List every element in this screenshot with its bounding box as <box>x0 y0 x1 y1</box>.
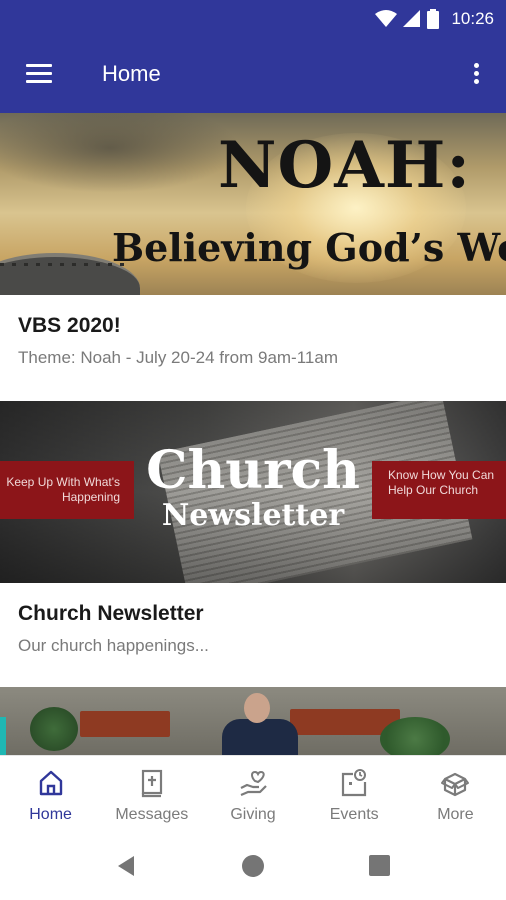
card-title: VBS 2020! <box>18 314 121 337</box>
status-time: 10:26 <box>451 9 494 28</box>
status-icons: 10:26 <box>375 7 494 31</box>
third-banner-image <box>0 687 506 755</box>
vbs-banner-image: NOAH: Believing God’s Word <box>0 113 506 295</box>
nav-item-giving[interactable]: Giving <box>202 756 303 832</box>
card-text: Church Newsletter Our church happenings.… <box>0 583 506 687</box>
banner-title: NOAH: <box>218 128 471 203</box>
app-screen: 10:26 Home NOAH: Believing God’s Word <box>0 0 506 900</box>
bible-icon <box>141 769 162 798</box>
newsletter-banner-image: Keep Up With What's Happening Know How Y… <box>0 401 506 583</box>
banner-subtitle: Newsletter <box>161 498 345 533</box>
feed-card-third[interactable] <box>0 687 506 755</box>
nav-item-more[interactable]: More <box>405 756 506 832</box>
home-circle-icon[interactable] <box>242 855 264 877</box>
banner-title: Church <box>146 440 360 501</box>
bottom-navigation: Home Messages Giving Events More <box>0 755 506 832</box>
wifi-icon <box>375 10 398 27</box>
card-title: Church Newsletter <box>18 602 204 625</box>
nav-item-events[interactable]: Events <box>304 756 405 832</box>
back-icon[interactable] <box>114 854 138 878</box>
plant-illustration <box>30 707 78 751</box>
nav-label: More <box>437 806 474 823</box>
feed-card-newsletter[interactable]: Keep Up With What's Happening Know How Y… <box>0 401 506 687</box>
nav-label: Giving <box>230 806 276 823</box>
home-icon <box>39 770 62 796</box>
status-bar: 10:26 <box>0 0 506 37</box>
system-navigation-bar <box>0 832 506 900</box>
nav-item-home[interactable]: Home <box>0 756 101 832</box>
page-title: Home <box>102 61 161 86</box>
home-feed: NOAH: Believing God’s Word VBS 2020! The… <box>0 113 506 755</box>
app-bar: Home <box>0 37 506 113</box>
card-subtitle: Our church happenings... <box>18 636 209 655</box>
person-illustration <box>222 693 298 755</box>
open-box-icon <box>441 772 470 797</box>
more-vert-icon[interactable] <box>464 59 488 91</box>
calendar-icon <box>342 769 367 797</box>
banner-subtitle: Believing God’s Word <box>112 225 506 270</box>
card-subtitle: Theme: Noah - July 20-24 from 9am-11am <box>18 348 338 367</box>
nav-label: Messages <box>115 806 189 823</box>
feed-card-vbs[interactable]: NOAH: Believing God’s Word VBS 2020! The… <box>0 113 506 401</box>
recent-apps-icon[interactable] <box>369 855 390 876</box>
nav-label: Home <box>29 806 72 823</box>
card-text: VBS 2020! Theme: Noah - July 20-24 from … <box>0 295 506 401</box>
nav-item-messages[interactable]: Messages <box>101 756 202 832</box>
cell-signal-icon <box>403 10 421 27</box>
nav-label: Events <box>329 806 379 823</box>
battery-icon <box>427 9 440 29</box>
hamburger-menu-icon[interactable] <box>22 59 58 91</box>
giving-heart-hand-icon <box>240 770 267 797</box>
